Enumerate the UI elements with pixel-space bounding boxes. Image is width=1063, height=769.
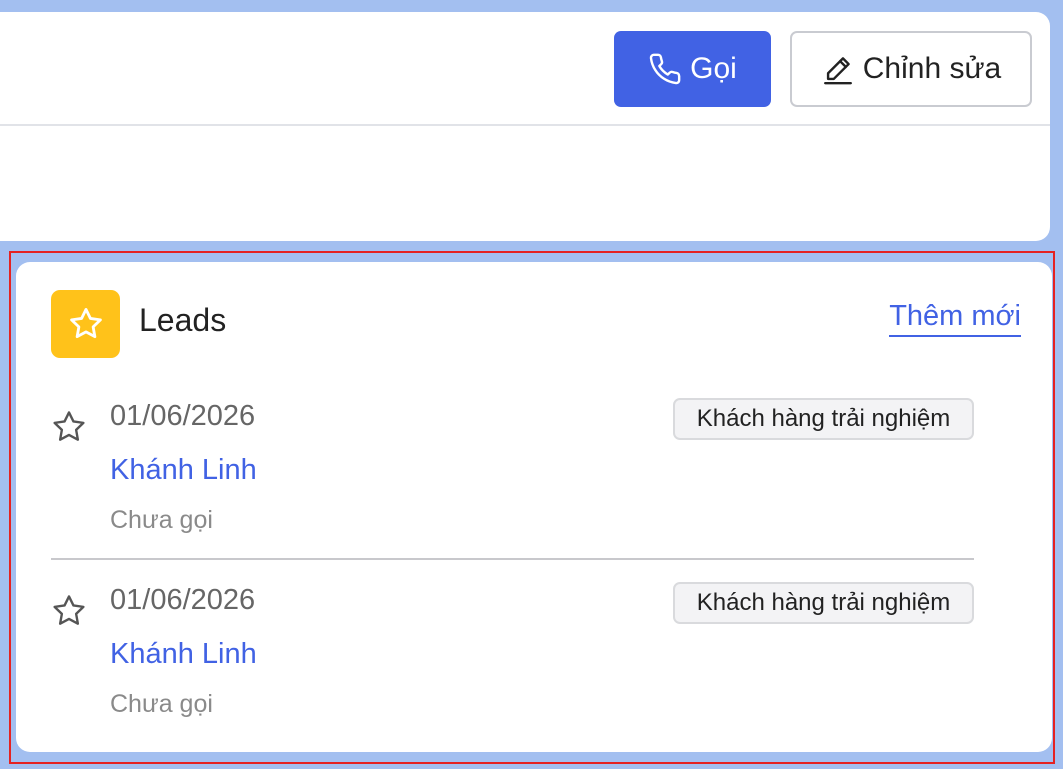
list-divider — [51, 558, 974, 560]
leads-icon-badge — [51, 290, 120, 358]
lead-name-link[interactable]: Khánh Linh — [110, 454, 257, 487]
list-item[interactable]: 01/06/2026 Khách hàng trải nghiệm Khánh … — [16, 582, 1052, 734]
edit-button[interactable]: Chỉnh sửa — [790, 31, 1032, 107]
lead-status: Chưa gọi — [110, 506, 213, 534]
leads-title: Leads — [139, 302, 227, 338]
call-button-label: Gọi — [690, 52, 737, 85]
lead-date: 01/06/2026 — [110, 584, 256, 616]
phone-icon — [649, 53, 681, 85]
edit-button-label: Chỉnh sửa — [862, 52, 1002, 85]
lead-name-link[interactable]: Khánh Linh — [110, 638, 257, 671]
header-divider — [0, 124, 1050, 126]
lead-tag: Khách hàng trải nghiệm — [673, 582, 974, 624]
add-lead-link[interactable]: Thêm mới — [889, 300, 1021, 337]
lead-date: 01/06/2026 — [110, 400, 256, 432]
list-item[interactable]: 01/06/2026 Khách hàng trải nghiệm Khánh … — [16, 398, 1052, 550]
star-outline-icon[interactable] — [50, 408, 88, 446]
lead-status: Chưa gọi — [110, 690, 213, 718]
pencil-icon — [823, 57, 852, 85]
leads-card: Leads Thêm mới 01/06/2026 Khách hàng trả… — [16, 262, 1052, 752]
contact-header-card: Gọi Chỉnh sửa — [0, 12, 1050, 241]
lead-tag: Khách hàng trải nghiệm — [673, 398, 974, 440]
call-button[interactable]: Gọi — [614, 31, 771, 107]
star-icon — [69, 308, 102, 339]
star-outline-icon[interactable] — [50, 592, 88, 630]
